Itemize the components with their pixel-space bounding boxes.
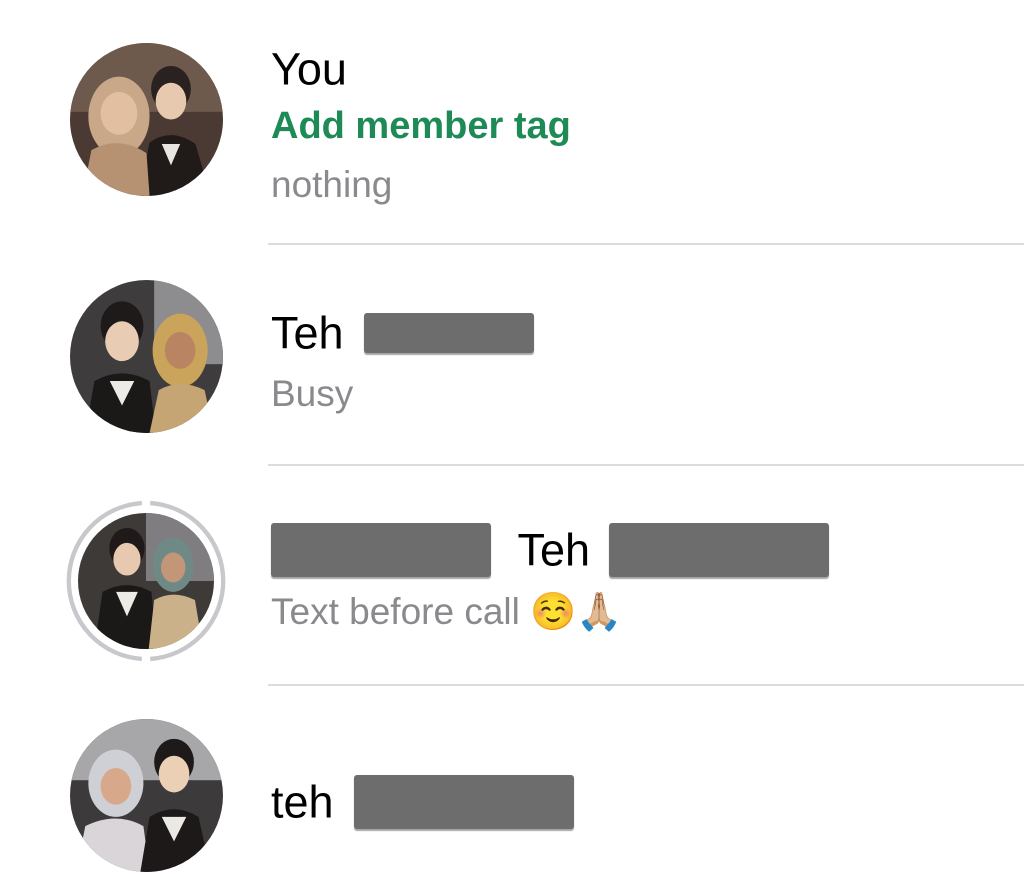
member-name: teh: [271, 775, 575, 829]
list-item-you[interactable]: You Add member tag nothing: [0, 0, 1024, 245]
list-item-member[interactable]: Teh Text before call ☺️🙏🏼: [0, 466, 1024, 686]
divider: [268, 684, 1024, 686]
redacted-name-block: [364, 313, 535, 354]
avatar[interactable]: [78, 513, 214, 649]
member-list: You Add member tag nothing Teh Busy Teh …: [0, 0, 1024, 895]
member-status: Busy: [271, 373, 354, 414]
member-name: Teh: [271, 523, 829, 577]
list-item-member[interactable]: Teh Busy: [0, 245, 1024, 466]
member-status: nothing: [271, 164, 393, 205]
avatar[interactable]: [70, 280, 223, 433]
redacted-name-block: [354, 775, 575, 829]
avatar[interactable]: [70, 719, 223, 872]
list-item-member[interactable]: teh: [0, 687, 1024, 895]
member-status: Text before call ☺️🙏🏼: [271, 591, 623, 632]
member-name: Teh: [271, 307, 535, 356]
member-name: You: [271, 43, 347, 95]
redacted-name-block: [608, 523, 829, 577]
add-member-tag-link[interactable]: Add member tag: [271, 107, 571, 145]
avatar[interactable]: [70, 43, 223, 196]
redacted-name-block: [271, 523, 491, 577]
